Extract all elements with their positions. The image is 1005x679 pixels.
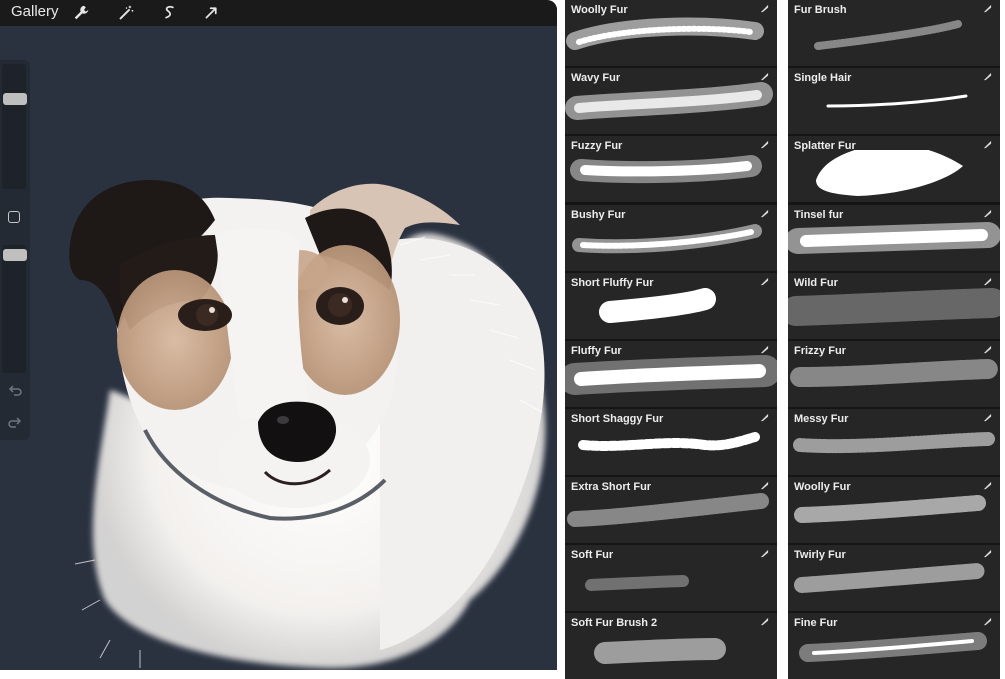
brush-stroke-preview [570, 155, 762, 184]
brush-item[interactable]: Fur Brush [788, 0, 1000, 66]
opacity-thumb[interactable] [3, 249, 27, 261]
brush-stroke-preview [565, 82, 773, 120]
brush-item[interactable]: Messy Fur [788, 409, 1000, 475]
brush-item[interactable]: Twirly Fur [788, 545, 1000, 611]
pen-nib-icon [983, 617, 992, 626]
pen-nib-icon [983, 413, 992, 422]
brush-stroke-preview [599, 288, 716, 323]
brush-stroke-preview [816, 150, 963, 196]
pen-nib-icon [760, 4, 769, 13]
brush-list-left: Woolly Fur Wavy Fur Fuzzy Fur Bushy Fur … [565, 0, 777, 679]
wrench-icon[interactable] [70, 1, 92, 23]
pen-nib-icon [760, 72, 769, 81]
pen-nib-icon [983, 4, 992, 13]
brush-stroke-preview [793, 432, 995, 454]
brush-stroke-preview [788, 288, 1000, 326]
arrow-cursor-icon[interactable] [200, 1, 222, 23]
brush-item[interactable]: Extra Short Fur [565, 477, 777, 543]
brush-stroke-preview [594, 638, 726, 664]
pen-nib-icon [983, 209, 992, 218]
brush-stroke-preview [814, 20, 962, 50]
modify-button[interactable] [8, 211, 20, 223]
brush-item[interactable]: Single Hair [788, 68, 1000, 134]
brush-stroke-preview [788, 222, 1000, 254]
brush-stroke-preview [794, 563, 986, 593]
brush-stroke-preview [565, 355, 777, 395]
pen-nib-icon [983, 277, 992, 286]
canvas-area[interactable]: Gallery [0, 0, 557, 670]
brush-stroke-preview [794, 495, 986, 523]
brush-item[interactable]: Woolly Fur [565, 0, 777, 66]
pen-nib-icon [760, 549, 769, 558]
pen-nib-icon [983, 549, 992, 558]
pen-nib-icon [983, 140, 992, 149]
brush-item[interactable]: Bushy Fur [565, 205, 777, 271]
brush-item[interactable]: Frizzy Fur [788, 341, 1000, 407]
opacity-slider[interactable] [2, 245, 26, 373]
pen-nib-icon [760, 413, 769, 422]
brush-item[interactable]: Soft Fur Brush 2 [565, 613, 777, 679]
brush-stroke-preview [585, 575, 689, 591]
selection-s-icon[interactable] [158, 1, 180, 23]
brush-item[interactable]: Woolly Fur [788, 477, 1000, 543]
brush-size-slider[interactable] [2, 64, 26, 189]
brush-item[interactable]: Splatter Fur [788, 136, 1000, 202]
brush-item[interactable]: Fine Fur [788, 613, 1000, 679]
brush-item[interactable]: Wavy Fur [565, 68, 777, 134]
brush-stroke-preview [567, 493, 769, 527]
brush-list-right: Fur Brush Single Hair Splatter Fur Tinse… [788, 0, 1000, 679]
left-sidebar [0, 60, 30, 440]
dog-painting [69, 180, 546, 669]
pen-nib-icon [983, 345, 992, 354]
brush-stroke-preview [578, 432, 760, 451]
brush-stroke-preview [826, 94, 968, 108]
brush-size-thumb[interactable] [3, 93, 27, 105]
pen-nib-icon [983, 481, 992, 490]
gallery-button[interactable]: Gallery [11, 3, 59, 20]
undo-icon[interactable] [7, 384, 23, 398]
pen-nib-icon [760, 277, 769, 286]
brush-item[interactable]: Soft Fur [565, 545, 777, 611]
redo-icon[interactable] [7, 416, 23, 430]
pen-nib-icon [760, 209, 769, 218]
pen-nib-icon [983, 72, 992, 81]
brush-stroke-preview [790, 359, 998, 387]
brush-item[interactable]: Wild Fur [788, 273, 1000, 339]
brush-stroke-preview [572, 224, 762, 254]
pen-nib-icon [760, 140, 769, 149]
brush-item[interactable]: Fuzzy Fur [565, 136, 777, 202]
brush-stroke-preview [799, 632, 987, 662]
brush-item[interactable]: Tinsel fur [788, 205, 1000, 271]
top-toolbar: Gallery [0, 0, 557, 26]
pen-nib-icon [760, 345, 769, 354]
brush-item[interactable]: Short Shaggy Fur [565, 409, 777, 475]
brush-item[interactable]: Short Fluffy Fur [565, 273, 777, 339]
brush-stroke-preview [566, 17, 764, 50]
pen-nib-icon [760, 617, 769, 626]
pen-nib-icon [760, 481, 769, 490]
brush-item[interactable]: Fluffy Fur [565, 341, 777, 407]
magic-wand-icon[interactable] [115, 1, 137, 23]
